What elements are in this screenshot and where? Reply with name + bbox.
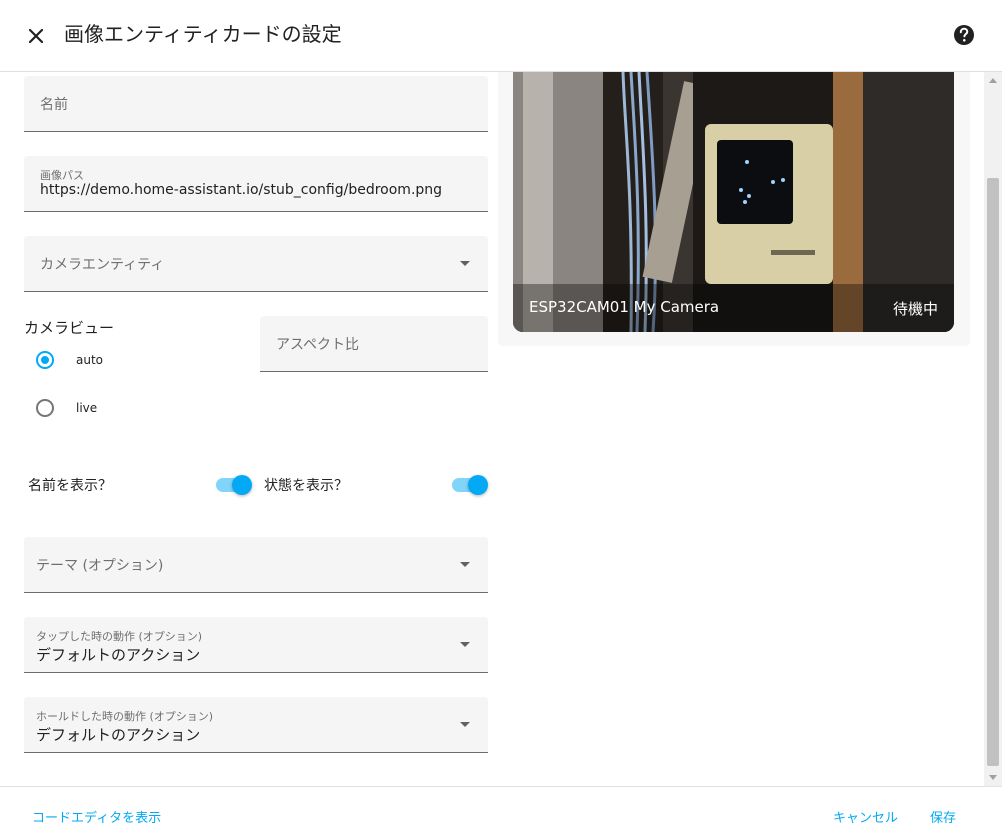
dialog-content: 名前 画像パス https://demo.home-assistant.io/s… [0,72,984,786]
cancel-button[interactable]: キャンセル [833,807,898,826]
show-state-switch[interactable] [452,475,488,495]
radio-live-button[interactable] [36,399,54,417]
theme-label: テーマ (オプション) [36,558,164,574]
dropdown-arrow-icon [460,261,470,266]
image-path-label: 画像パス [40,169,84,182]
camera-info-bar: ESP32CAM01 My Camera 待機中 [513,284,954,332]
name-field-label: 名前 [40,97,68,113]
dropdown-arrow-icon [460,722,470,727]
dialog-footer: コードエディタを表示 キャンセル 保存 [0,786,1002,840]
camera-view-label: カメラビュー [24,319,115,337]
dialog-header: 画像エンティティカードの設定 [0,0,1002,72]
show-state-label: 状態を表示？ [264,478,348,494]
camera-state: 待機中 [892,300,938,318]
save-button[interactable]: 保存 [930,807,956,826]
hold-action-label: ホールドした時の動作 (オプション) [36,710,214,723]
aspect-ratio-field[interactable]: アスペクト比 [260,316,488,372]
dropdown-arrow-icon [460,562,470,567]
theme-select[interactable]: テーマ (オプション) [24,537,488,593]
tap-action-label: タップした時の動作 (オプション) [36,630,203,643]
image-path-field[interactable]: 画像パス https://demo.home-assistant.io/stub… [24,156,488,212]
close-button[interactable] [20,20,52,52]
help-button[interactable] [950,21,978,49]
hold-action-value: デフォルトのアクション [36,726,201,744]
camera-name: ESP32CAM01 My Camera [529,298,720,316]
image-path-value: https://demo.home-assistant.io/stub_conf… [40,182,443,198]
radio-auto-button[interactable] [36,351,54,369]
radio-auto-label: auto [76,353,104,367]
scroll-down-icon[interactable] [989,775,997,780]
tap-action-select[interactable]: タップした時の動作 (オプション) デフォルトのアクション [24,617,488,673]
show-name-switch[interactable] [216,475,252,495]
dropdown-arrow-icon [460,642,470,647]
help-icon [954,25,974,45]
switch-thumb [468,475,488,495]
hold-action-select[interactable]: ホールドした時の動作 (オプション) デフォルトのアクション [24,697,488,753]
radio-live[interactable]: live [36,399,97,417]
switch-thumb [232,475,252,495]
scroll-thumb[interactable] [987,178,999,766]
show-name-label: 名前を表示？ [28,478,112,494]
camera-entity-select[interactable]: カメラエンティティ [24,236,488,292]
aspect-ratio-label: アスペクト比 [276,337,360,353]
card-config-dialog: 画像エンティティカードの設定 名前 画像パス https://demo.home… [0,0,1002,840]
scroll-up-icon[interactable] [989,78,997,83]
close-icon [28,28,44,44]
camera-entity-label: カメラエンティティ [40,257,165,273]
card-preview: ESP32CAM01 My Camera 待機中 [498,72,970,346]
camera-image[interactable]: ESP32CAM01 My Camera 待機中 [513,72,954,332]
radio-live-label: live [76,401,98,415]
show-code-editor-button[interactable]: コードエディタを表示 [32,807,161,826]
dialog-title: 画像エンティティカードの設定 [64,22,342,46]
tap-action-value: デフォルトのアクション [36,646,201,664]
radio-auto[interactable]: auto [36,351,103,369]
name-field[interactable]: 名前 [24,76,488,132]
content-scrollbar[interactable] [984,72,1002,786]
